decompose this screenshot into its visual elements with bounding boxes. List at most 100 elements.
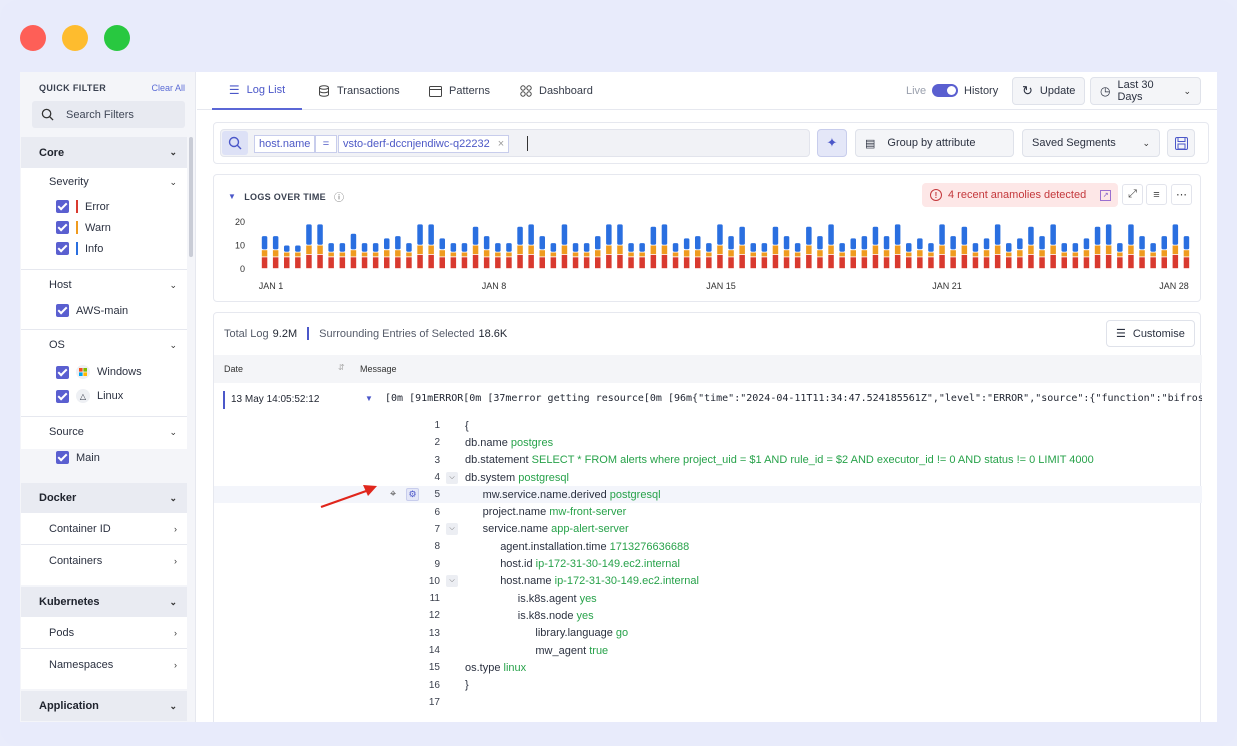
bar-segment[interactable]: [406, 257, 412, 269]
kubernetes-item-pods[interactable]: Pods ›: [21, 617, 187, 648]
bar-segment[interactable]: [972, 252, 979, 257]
bar-segment[interactable]: [883, 250, 890, 257]
bar-segment[interactable]: [361, 252, 368, 257]
docker-item-containers[interactable]: Containers ›: [21, 545, 187, 576]
bar-segment[interactable]: [372, 257, 379, 269]
bar-segment[interactable]: [939, 245, 945, 255]
bar-segment[interactable]: [406, 243, 412, 252]
bar-segment[interactable]: [1017, 257, 1023, 269]
bar-segment[interactable]: [461, 257, 468, 269]
bar-segment[interactable]: [1083, 257, 1090, 269]
bar-segment[interactable]: [595, 250, 601, 257]
search-filters-input[interactable]: Search Filters: [32, 101, 185, 128]
query-value-chip[interactable]: vsto-derf-dccnjendiwc-q22232 ×: [338, 135, 510, 153]
bar-segment[interactable]: [1006, 252, 1012, 257]
bar-segment[interactable]: [794, 243, 801, 252]
minimize-window-button[interactable]: [62, 25, 88, 51]
bar-segment[interactable]: [472, 226, 479, 245]
severity-option-warn[interactable]: Warn: [21, 217, 187, 238]
checkbox-checked[interactable]: [56, 451, 69, 464]
bar-segment[interactable]: [739, 226, 745, 245]
bar-segment[interactable]: [339, 243, 346, 252]
bar-segment[interactable]: [439, 257, 446, 269]
bar-segment[interactable]: [461, 243, 468, 252]
bar-segment[interactable]: [1161, 250, 1168, 257]
bar-segment[interactable]: [1061, 243, 1068, 252]
bar-segment[interactable]: [1006, 243, 1012, 252]
bar-segment[interactable]: [861, 236, 868, 250]
bar-segment[interactable]: [906, 243, 912, 252]
bar-segment[interactable]: [1128, 254, 1134, 269]
bar-segment[interactable]: [628, 252, 634, 257]
bar-segment[interactable]: [517, 245, 523, 255]
column-message[interactable]: Message: [360, 364, 397, 374]
bar-segment[interactable]: [983, 257, 990, 269]
bar-segment[interactable]: [695, 257, 701, 269]
bar-segment[interactable]: [372, 243, 379, 252]
bar-segment[interactable]: [939, 224, 945, 245]
bar-segment[interactable]: [1094, 254, 1101, 269]
bar-segment[interactable]: [617, 245, 623, 255]
filter-chart-button[interactable]: ≡: [1146, 184, 1167, 205]
bar-segment[interactable]: [1094, 226, 1101, 245]
query-input[interactable]: host.name = vsto-derf-dccnjendiwc-q22232…: [220, 129, 810, 157]
bar-segment[interactable]: [284, 245, 290, 252]
bar-segment[interactable]: [261, 257, 268, 269]
bar-segment[interactable]: [983, 238, 990, 250]
query-operator-chip[interactable]: =: [315, 135, 337, 153]
bar-segment[interactable]: [483, 236, 490, 250]
bar-segment[interactable]: [506, 257, 512, 269]
bar-segment[interactable]: [495, 243, 501, 252]
bar-segment[interactable]: [1172, 245, 1179, 255]
bar-segment[interactable]: [317, 254, 323, 269]
bar-segment[interactable]: [1117, 243, 1123, 252]
saved-segments-select[interactable]: Saved Segments ⌄: [1022, 129, 1160, 157]
bar-segment[interactable]: [595, 257, 601, 269]
bar-segment[interactable]: [617, 224, 623, 245]
bar-segment[interactable]: [384, 257, 390, 269]
bar-segment[interactable]: [395, 250, 401, 257]
bar-segment[interactable]: [1105, 254, 1112, 269]
bar-segment[interactable]: [783, 236, 790, 250]
severity-option-error[interactable]: Error: [21, 196, 187, 217]
bar-segment[interactable]: [950, 250, 956, 257]
bar-segment[interactable]: [728, 236, 734, 250]
bar-segment[interactable]: [561, 245, 568, 255]
bar-segment[interactable]: [561, 254, 568, 269]
bar-segment[interactable]: [917, 257, 923, 269]
bar-segment[interactable]: [806, 245, 812, 255]
bar-segment[interactable]: [1139, 250, 1145, 257]
bar-segment[interactable]: [672, 252, 679, 257]
bar-segment[interactable]: [1117, 257, 1123, 269]
bar-segment[interactable]: [794, 252, 801, 257]
bar-segment[interactable]: [372, 252, 379, 257]
bar-segment[interactable]: [872, 245, 879, 255]
more-options-button[interactable]: ⋯: [1171, 184, 1192, 205]
os-option-linux[interactable]: △ Linux: [21, 384, 187, 408]
bar-segment[interactable]: [583, 257, 590, 269]
bar-segment[interactable]: [261, 236, 268, 250]
bar-segment[interactable]: [639, 257, 645, 269]
update-button[interactable]: ↻ Update: [1012, 77, 1086, 105]
bar-segment[interactable]: [872, 226, 879, 245]
bar-segment[interactable]: [550, 243, 557, 252]
bar-segment[interactable]: [517, 254, 523, 269]
sidebar-scrollbar[interactable]: [189, 137, 193, 257]
bar-segment[interactable]: [583, 252, 590, 257]
bar-segment[interactable]: [295, 245, 301, 252]
bar-segment[interactable]: [428, 254, 434, 269]
live-history-toggle[interactable]: [932, 84, 958, 97]
bar-segment[interactable]: [1072, 243, 1079, 252]
bar-segment[interactable]: [1028, 254, 1034, 269]
column-date[interactable]: Date: [224, 364, 243, 374]
clear-all-link[interactable]: Clear All: [151, 83, 185, 93]
bar-segment[interactable]: [1072, 252, 1079, 257]
bar-segment[interactable]: [894, 224, 901, 245]
bar-segment[interactable]: [295, 252, 301, 257]
bar-segment[interactable]: [839, 252, 845, 257]
bar-segment[interactable]: [1083, 250, 1090, 257]
bar-segment[interactable]: [1039, 236, 1045, 250]
group-docker[interactable]: Docker ⌄: [21, 483, 187, 513]
bar-segment[interactable]: [583, 243, 590, 252]
bar-segment[interactable]: [306, 254, 312, 269]
